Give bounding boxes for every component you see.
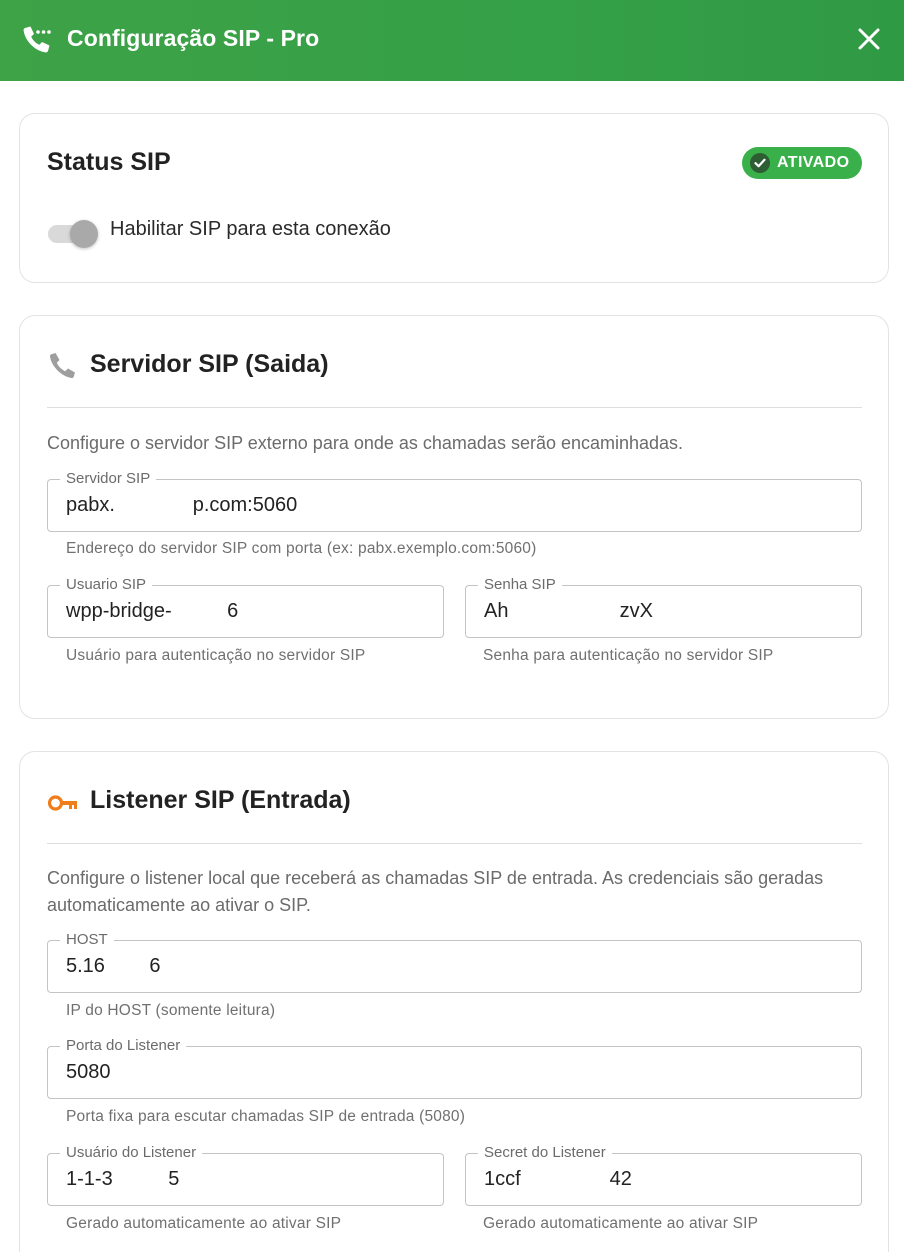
dialog-header: Configuração SIP - Pro (0, 0, 904, 81)
server-sip-label: Servidor SIP (60, 470, 157, 488)
dialog-title: Configuração SIP - Pro (67, 25, 320, 51)
listener-port-label: Porta do Listener (60, 1037, 187, 1055)
host-field[interactable]: HOST (47, 931, 862, 993)
password-sip-field[interactable]: Senha SIP (465, 576, 862, 638)
status-badge: ATIVADO (742, 147, 862, 179)
toggle-knob (70, 220, 98, 248)
password-sip-label: Senha SIP (478, 576, 562, 594)
status-card: Status SIP ATIVADO Habilitar SIP para es… (19, 113, 889, 283)
status-title: Status SIP (47, 148, 171, 176)
listener-port-field[interactable]: Porta do Listener (47, 1037, 862, 1099)
listener-user-field[interactable]: Usuário do Listener (47, 1144, 444, 1206)
user-sip-label: Usuario SIP (60, 576, 153, 594)
key-icon (48, 795, 77, 811)
password-sip-helper: Senha para autenticação no servidor SIP (483, 647, 774, 664)
listener-secret-field[interactable]: Secret do Listener (465, 1144, 862, 1206)
user-sip-field[interactable]: Usuario SIP (47, 576, 444, 638)
user-sip-input[interactable] (66, 596, 431, 626)
section-divider (47, 407, 862, 408)
host-label: HOST (60, 931, 114, 949)
listener-user-input[interactable] (66, 1164, 431, 1194)
listener-secret-label: Secret do Listener (478, 1144, 612, 1162)
toggle-label: Habilitar SIP para esta conexão (110, 218, 391, 240)
listener-card: Listener SIP (Entrada) Configure o liste… (19, 751, 889, 1252)
listener-port-input[interactable] (66, 1057, 849, 1087)
listener-section-title: Listener SIP (Entrada) (90, 786, 351, 814)
server-card: Servidor SIP (Saida) Configure o servido… (19, 315, 889, 719)
server-sip-field[interactable]: Servidor SIP (47, 470, 862, 532)
section-divider (47, 843, 862, 844)
user-sip-helper: Usuário para autenticação no servidor SI… (66, 647, 366, 664)
host-helper: IP do HOST (somente leitura) (66, 1002, 276, 1019)
listener-port-helper: Porta fixa para escutar chamadas SIP de … (66, 1108, 466, 1125)
listener-user-helper: Gerado automaticamente ao ativar SIP (66, 1215, 342, 1232)
sip-enable-toggle[interactable] (48, 218, 100, 248)
check-circle-icon (750, 153, 770, 173)
server-sip-helper: Endereço do servidor SIP com porta (ex: … (66, 540, 537, 557)
status-badge-label: ATIVADO (777, 154, 850, 171)
server-sip-input[interactable] (66, 490, 849, 520)
phone-icon (49, 353, 75, 379)
password-sip-input[interactable] (484, 596, 849, 626)
close-icon[interactable] (855, 25, 883, 53)
listener-user-label: Usuário do Listener (60, 1144, 203, 1162)
listener-description: Configure o listener local que receberá … (47, 868, 824, 915)
phone-dialing-icon (23, 26, 51, 53)
server-section-title: Servidor SIP (Saida) (90, 350, 329, 378)
listener-secret-helper: Gerado automaticamente ao ativar SIP (483, 1215, 759, 1232)
host-input[interactable] (66, 951, 849, 981)
server-description: Configure o servidor SIP externo para on… (47, 433, 684, 453)
listener-secret-input[interactable] (484, 1164, 849, 1194)
